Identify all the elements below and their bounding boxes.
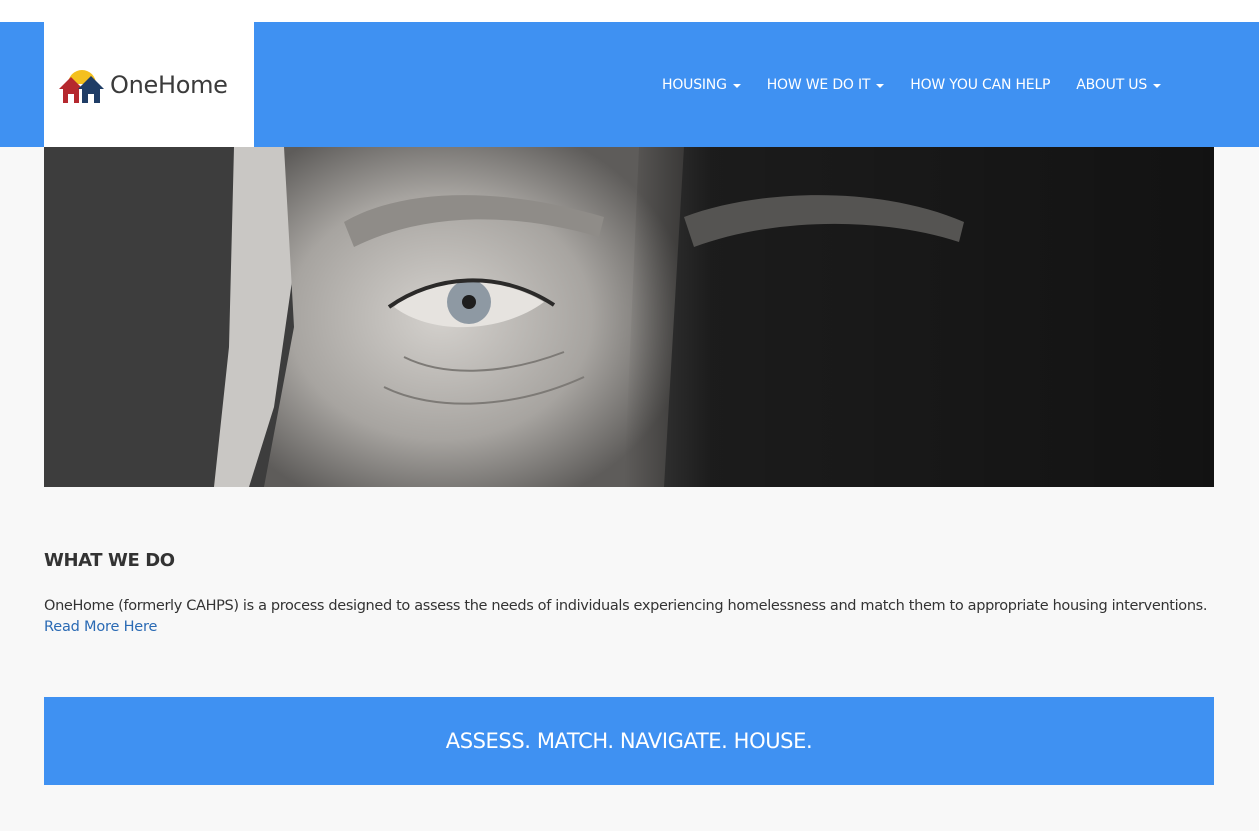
- nav-item-how-you-can-help[interactable]: HOW YOU CAN HELP: [910, 77, 1050, 93]
- nav-item-label: HOW WE DO IT: [766, 76, 871, 93]
- nav-item-housing[interactable]: HOUSING: [662, 77, 741, 93]
- hero-image: [44, 147, 1214, 487]
- nav-item-how-we-do-it[interactable]: HOW WE DO IT: [767, 77, 885, 93]
- house-logo-icon: [59, 69, 104, 103]
- tagline-banner: ASSESS. MATCH. NAVIGATE. HOUSE.: [44, 697, 1214, 785]
- what-we-do-description: OneHome (formerly CAHPS) is a process de…: [44, 598, 1208, 614]
- nav-item-label: HOW YOU CAN HELP: [910, 76, 1051, 93]
- nav-item-label: HOUSING: [662, 76, 727, 93]
- caret-down-icon: [1153, 83, 1162, 88]
- top-strip: [0, 0, 1259, 22]
- what-we-do-title: WHAT WE DO: [44, 550, 175, 571]
- caret-down-icon: [732, 83, 741, 88]
- face-photo: [44, 147, 1214, 487]
- read-more-link[interactable]: Read More Here: [44, 617, 157, 638]
- logo-link[interactable]: OneHome: [44, 22, 254, 147]
- main-nav: HOUSING HOW WE DO IT HOW YOU CAN HELP AB…: [662, 22, 1162, 147]
- caret-down-icon: [876, 83, 885, 88]
- logo-text: OneHome: [110, 70, 228, 99]
- tagline-text: ASSESS. MATCH. NAVIGATE. HOUSE.: [445, 729, 813, 753]
- nav-item-about-us[interactable]: ABOUT US: [1076, 76, 1162, 93]
- nav-item-label: ABOUT US: [1076, 76, 1148, 93]
